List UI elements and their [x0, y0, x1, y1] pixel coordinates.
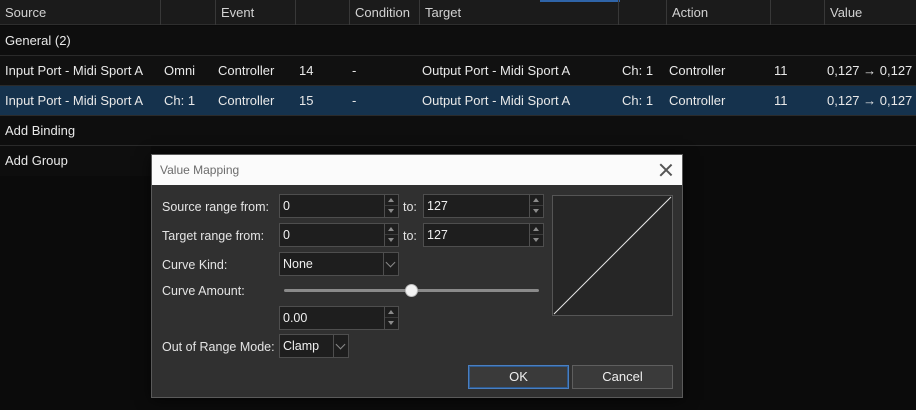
target-to-label: to:	[403, 229, 417, 243]
source-range-label: Source range from:	[162, 200, 269, 214]
curve-line	[553, 196, 672, 315]
curve-amount-slider-thumb[interactable]	[405, 284, 418, 297]
table-row-selected[interactable]: Input Port - Midi Sport A Ch: 1 Controll…	[0, 86, 916, 116]
cell-source-channel: Omni	[164, 63, 196, 78]
cell-value: 0,127 → 0,127	[827, 63, 913, 78]
cell-target-channel: Ch: 1	[622, 93, 654, 108]
arrow-up-icon	[533, 227, 539, 231]
cell-target: Output Port - Midi Sport A	[422, 93, 571, 108]
value-mapping-dialog: Value Mapping Source range from: 0 to: 1…	[151, 154, 683, 398]
group-label: General (2)	[5, 33, 71, 48]
column-header-value[interactable]: Value	[824, 0, 916, 25]
curve-preview	[552, 195, 673, 316]
source-from-decrement[interactable]	[385, 206, 398, 217]
curve-amount-spinbox[interactable]: 0.00	[279, 306, 399, 330]
arrow-up-icon	[533, 198, 539, 202]
group-row[interactable]: General (2)	[0, 26, 916, 56]
target-to-decrement[interactable]	[530, 235, 543, 246]
column-header-event-number[interactable]	[295, 0, 349, 25]
column-header-source[interactable]: Source	[0, 0, 160, 25]
arrow-down-icon	[388, 238, 394, 242]
curve-amount-increment[interactable]	[385, 307, 398, 318]
curve-amount-label: Curve Amount:	[162, 284, 245, 298]
column-header-event[interactable]: Event	[215, 0, 295, 25]
target-to-value: 127	[427, 228, 448, 242]
table-row[interactable]: Input Port - Midi Sport A Omni Controlle…	[0, 56, 916, 86]
cell-action: Controller	[669, 63, 726, 78]
out-of-range-select[interactable]: Clamp	[279, 334, 349, 358]
dialog-title: Value Mapping	[160, 163, 240, 177]
cell-action-number: 11	[774, 63, 788, 78]
dialog-title-bar[interactable]: Value Mapping	[152, 155, 682, 185]
curve-amount-value: 0.00	[283, 311, 308, 325]
cell-action: Controller	[669, 93, 726, 108]
cell-event-number: 15	[299, 93, 314, 108]
arrow-down-icon	[388, 321, 394, 325]
cell-source: Input Port - Midi Sport A	[5, 63, 144, 78]
column-header-target[interactable]: Target	[419, 0, 618, 25]
arrow-up-icon	[388, 198, 394, 202]
curve-kind-select[interactable]: None	[279, 252, 399, 276]
source-from-spinbox[interactable]: 0	[279, 194, 399, 218]
target-to-spinbox[interactable]: 127	[423, 223, 544, 247]
chevron-down-icon	[335, 339, 346, 350]
target-to-increment[interactable]	[530, 224, 543, 235]
cell-target: Output Port - Midi Sport A	[422, 63, 571, 78]
column-header-action-number[interactable]	[770, 0, 824, 25]
column-header-target-channel[interactable]	[618, 0, 666, 25]
column-header-action[interactable]: Action	[666, 0, 770, 25]
close-icon[interactable]	[656, 160, 676, 180]
source-to-decrement[interactable]	[530, 206, 543, 217]
cell-source: Input Port - Midi Sport A	[5, 93, 144, 108]
cancel-button[interactable]: Cancel	[572, 365, 673, 389]
column-header-source-channel[interactable]	[160, 0, 215, 25]
source-to-spinbox[interactable]: 127	[423, 194, 544, 218]
arrow-up-icon	[388, 310, 394, 314]
cell-value: 0,127 → 0,127	[827, 93, 913, 108]
cell-condition: -	[352, 63, 357, 78]
cell-action-number: 11	[774, 93, 788, 108]
source-from-value: 0	[283, 199, 290, 213]
curve-amount-decrement[interactable]	[385, 318, 398, 329]
curve-preview-graph	[553, 196, 672, 315]
source-to-label: to:	[403, 200, 417, 214]
source-to-increment[interactable]	[530, 195, 543, 206]
chevron-down-icon	[385, 257, 396, 268]
cell-event-number: 14	[299, 63, 314, 78]
cell-event: Controller	[218, 63, 275, 78]
target-range-label: Target range from:	[162, 229, 265, 243]
add-group-label: Add Group	[5, 153, 68, 168]
cell-source-channel: Ch: 1	[164, 93, 196, 108]
out-of-range-value: Clamp	[283, 339, 320, 353]
out-of-range-label: Out of Range Mode:	[162, 340, 275, 354]
arrow-down-icon	[533, 238, 539, 242]
target-from-increment[interactable]	[385, 224, 398, 235]
target-from-value: 0	[283, 228, 290, 242]
cell-target-channel: Ch: 1	[622, 63, 654, 78]
target-from-decrement[interactable]	[385, 235, 398, 246]
add-binding-row[interactable]: Add Binding	[0, 116, 916, 146]
arrow-down-icon	[533, 209, 539, 213]
cell-condition: -	[352, 93, 357, 108]
arrow-down-icon	[388, 209, 394, 213]
cell-event: Controller	[218, 93, 275, 108]
ok-button[interactable]: OK	[468, 365, 569, 389]
add-group-row[interactable]: Add Group	[0, 146, 151, 176]
curve-kind-value: None	[283, 257, 313, 271]
column-header-condition[interactable]: Condition	[349, 0, 419, 25]
target-from-spinbox[interactable]: 0	[279, 223, 399, 247]
source-to-value: 127	[427, 199, 448, 213]
add-binding-label: Add Binding	[5, 123, 76, 138]
table-header: Source Event Condition Target Action Val…	[0, 0, 916, 25]
arrow-up-icon	[388, 227, 394, 231]
source-from-increment[interactable]	[385, 195, 398, 206]
curve-kind-label: Curve Kind:	[162, 258, 228, 272]
